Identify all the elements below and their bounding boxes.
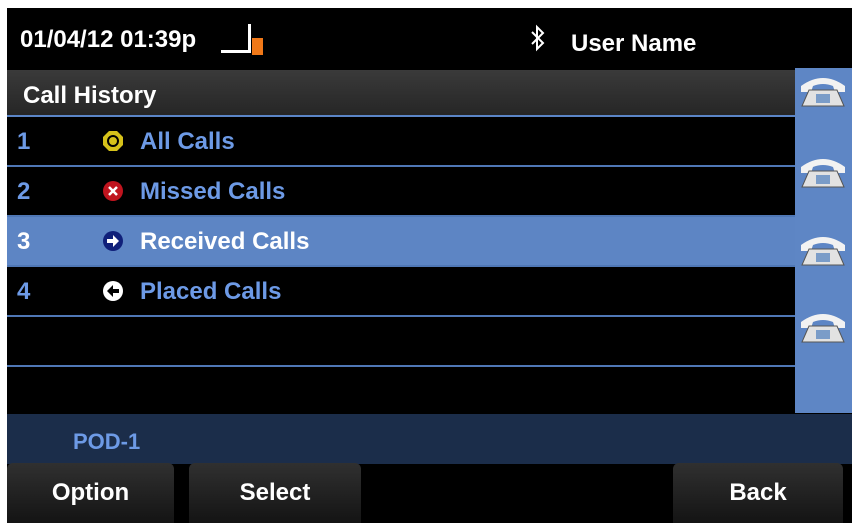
- list-item-empty: [7, 317, 795, 367]
- pod-bar: POD-1: [7, 414, 852, 464]
- title-row: Call History: [7, 70, 795, 117]
- list-item-label: Missed Calls: [140, 178, 286, 205]
- option-softkey-label: Option: [51, 479, 130, 506]
- list-item-label: Placed Calls: [140, 278, 282, 305]
- list-item-label: All Calls: [140, 128, 235, 155]
- offhook-icon: [221, 24, 263, 55]
- bluetooth-icon: [531, 24, 545, 52]
- list-item-number: 3: [17, 228, 31, 255]
- list-item-empty: [7, 367, 795, 413]
- phone-line-icon[interactable]: [797, 151, 849, 189]
- phone-line-icon[interactable]: [797, 229, 849, 267]
- page-title: Call History: [23, 82, 157, 109]
- pod-label: POD-1: [73, 429, 141, 454]
- list-item-number: 2: [17, 178, 31, 205]
- select-softkey[interactable]: Select: [189, 463, 361, 523]
- status-bar: 01/04/12 01:39p User Name: [7, 8, 852, 67]
- received-calls-icon: [103, 231, 123, 251]
- phone-screen: 01/04/12 01:39p User Name Call History 1…: [7, 8, 852, 523]
- back-softkey[interactable]: Back: [673, 463, 843, 523]
- list-item-all-calls[interactable]: 1 All Calls: [7, 117, 795, 167]
- list-item-placed-calls[interactable]: 4 Placed Calls: [7, 267, 795, 317]
- list-item-number: 1: [17, 128, 31, 155]
- missed-calls-icon: [103, 181, 123, 201]
- list-item-received-calls[interactable]: 3 Received Calls: [7, 217, 795, 267]
- phone-line-icon[interactable]: [797, 306, 849, 344]
- user-name: User Name: [571, 30, 697, 57]
- datetime: 01/04/12 01:39p: [20, 26, 197, 53]
- list-item-number: 4: [17, 278, 31, 305]
- placed-calls-icon: [103, 281, 123, 301]
- list-item-label: Received Calls: [140, 228, 310, 255]
- phone-line-icon[interactable]: [797, 70, 849, 108]
- select-softkey-label: Select: [239, 479, 311, 506]
- all-calls-icon: [103, 131, 123, 151]
- option-softkey[interactable]: Option: [7, 463, 174, 523]
- back-softkey-label: Back: [729, 479, 787, 506]
- list-item-missed-calls[interactable]: 2 Missed Calls: [7, 167, 795, 217]
